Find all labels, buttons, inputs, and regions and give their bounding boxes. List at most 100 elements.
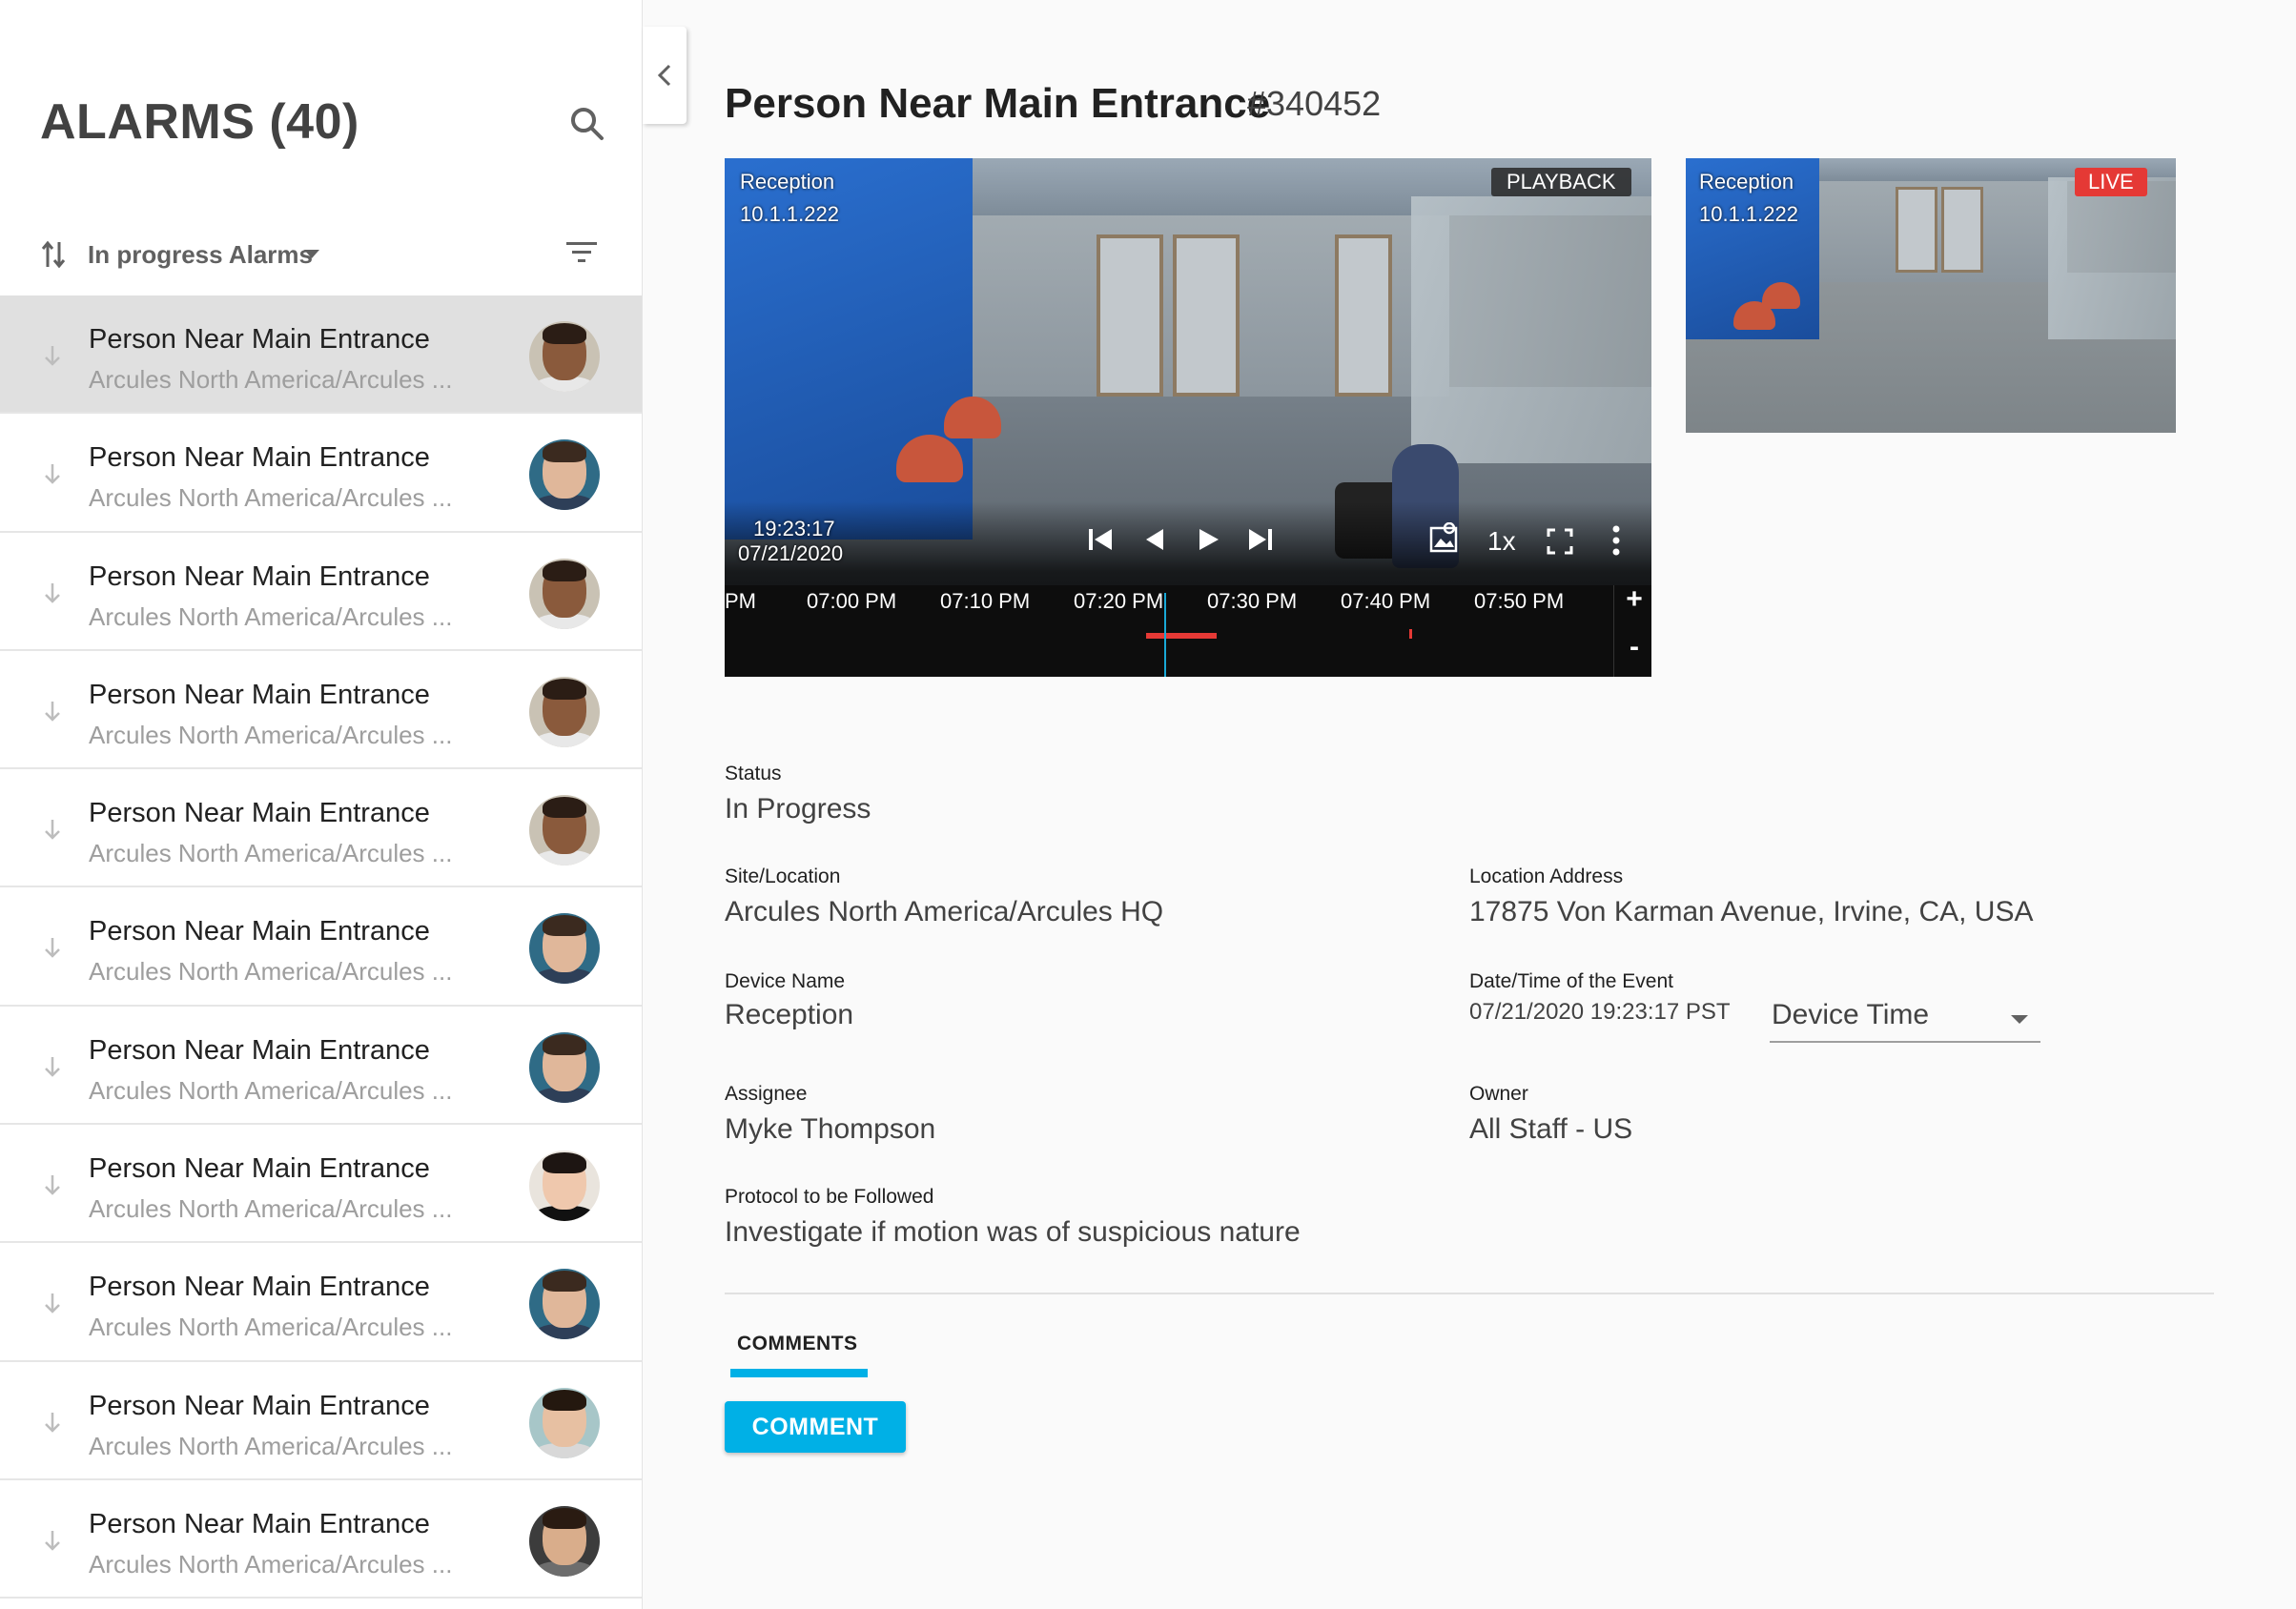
avatar <box>529 321 600 392</box>
timeline-tick: 07:30 PM <box>1207 589 1298 613</box>
arrow-down-icon <box>45 701 60 722</box>
live-camera-view[interactable]: Reception 10.1.1.222 LIVE <box>1686 158 2176 433</box>
playback-player[interactable]: Reception 10.1.1.222 PLAYBACK 19:23:17 0… <box>725 158 1651 677</box>
arrow-down-icon <box>45 1412 60 1433</box>
timezone-select[interactable]: Device Time <box>1770 993 2040 1043</box>
alarm-item-title: Person Near Main Entrance <box>89 1153 430 1185</box>
recording-segment <box>1146 633 1217 639</box>
alarm-item-location: Arcules North America/Arcules ... <box>89 1431 453 1460</box>
alarm-list-item[interactable]: Person Near Main Entrance Arcules North A… <box>0 1362 642 1480</box>
avatar <box>529 676 600 747</box>
avatar <box>529 1031 600 1103</box>
alarm-sort-bar: In progress Alarms <box>0 231 642 278</box>
camera-name-label: Reception <box>1699 170 1794 193</box>
sort-arrows-icon[interactable] <box>40 238 67 271</box>
arrow-down-icon <box>45 1293 60 1314</box>
chevron-down-icon[interactable] <box>303 248 320 259</box>
alarm-filter-dropdown[interactable]: In progress Alarms <box>88 240 313 270</box>
timeline-playhead[interactable] <box>1164 593 1166 677</box>
arrow-down-icon <box>45 820 60 840</box>
avatar <box>529 1269 600 1340</box>
alarm-title: Person Near Main Entrance <box>725 80 1271 127</box>
playback-time: 19:23:17 <box>753 517 835 540</box>
camera-ip-label: 10.1.1.222 <box>1699 202 1798 226</box>
alarm-list-item[interactable]: Person Near Main Entrance Arcules North A… <box>0 1480 642 1599</box>
skip-back-icon[interactable] <box>1087 526 1114 553</box>
alarm-list-item[interactable]: Person Near Main Entrance Arcules North A… <box>0 295 642 415</box>
alarm-item-title: Person Near Main Entrance <box>89 1272 430 1303</box>
alarm-list-item[interactable]: Person Near Main Entrance Arcules North A… <box>0 887 642 1007</box>
alarm-sidebar: ALARMS (40) In progress Alarms Person Ne… <box>0 0 643 1609</box>
address-value: 17875 Von Karman Avenue, Irvine, CA, USA <box>1469 896 2034 927</box>
timezone-selected: Device Time <box>1772 999 1930 1030</box>
arrow-down-icon <box>45 1530 60 1551</box>
playback-badge: PLAYBACK <box>1491 168 1631 196</box>
alarm-item-title: Person Near Main Entrance <box>89 798 430 829</box>
avatar <box>529 1151 600 1222</box>
playback-date: 07/21/2020 <box>738 541 844 565</box>
alarm-item-title: Person Near Main Entrance <box>89 442 430 474</box>
site-label: Site/Location <box>725 866 841 887</box>
camera-name-label: Reception <box>740 170 835 193</box>
timeline-divider <box>1613 585 1614 677</box>
collapse-sidebar-button[interactable] <box>643 27 687 124</box>
comment-button[interactable]: COMMENT <box>725 1401 906 1453</box>
alarm-list-item[interactable]: Person Near Main Entrance Arcules North A… <box>0 769 642 888</box>
arrow-down-icon <box>45 938 60 959</box>
alarm-item-location: Arcules North America/Arcules ... <box>89 483 453 513</box>
timeline-tick: 07:40 PM <box>1341 589 1431 613</box>
alarm-item-location: Arcules North America/Arcules ... <box>89 839 453 868</box>
arrow-down-icon <box>45 464 60 485</box>
tab-comments[interactable]: COMMENTS <box>730 1329 868 1378</box>
timeline-zoom-out-button[interactable]: - <box>1617 631 1651 663</box>
protocol-value: Investigate if motion was of suspicious … <box>725 1216 1301 1248</box>
more-vert-icon[interactable] <box>1609 524 1623 557</box>
arrow-down-icon <box>45 346 60 366</box>
alarm-list-item[interactable]: Person Near Main Entrance Arcules North A… <box>0 1125 642 1244</box>
timeline-zoom-in-button[interactable]: + <box>1617 583 1651 616</box>
avatar <box>529 1387 600 1458</box>
arrow-down-icon <box>45 582 60 603</box>
search-icon[interactable] <box>568 105 606 143</box>
alarm-item-title: Person Near Main Entrance <box>89 1390 430 1421</box>
alarm-item-location: Arcules North America/Arcules ... <box>89 365 453 394</box>
play-icon[interactable] <box>1196 526 1220 553</box>
device-name-label: Device Name <box>725 970 846 992</box>
site-value: Arcules North America/Arcules HQ <box>725 896 1164 927</box>
alarm-list-item[interactable]: Person Near Main Entrance Arcules North A… <box>0 533 642 651</box>
alarm-item-title: Person Near Main Entrance <box>89 1034 430 1066</box>
arrow-down-icon <box>45 1175 60 1195</box>
alarm-list-item[interactable]: Person Near Main Entrance Arcules North A… <box>0 1007 642 1126</box>
avatar <box>529 439 600 511</box>
alarm-list-item[interactable]: Person Near Main Entrance Arcules North A… <box>0 651 642 770</box>
alarm-item-location: Arcules North America/Arcules ... <box>89 1549 453 1578</box>
device-name-value: Reception <box>725 999 854 1030</box>
chevron-down-icon <box>2011 1015 2028 1024</box>
owner-label: Owner <box>1469 1083 1528 1105</box>
avatar <box>529 558 600 629</box>
live-badge: LIVE <box>2075 168 2147 196</box>
alarm-item-location: Arcules North America/Arcules ... <box>89 720 453 749</box>
alarm-item-title: Person Near Main Entrance <box>89 560 430 592</box>
arrow-down-icon <box>45 1056 60 1077</box>
step-back-icon[interactable] <box>1142 526 1167 553</box>
alarm-item-location: Arcules North America/Arcules ... <box>89 601 453 631</box>
snapshot-icon[interactable] <box>1428 522 1461 555</box>
event-datetime-label: Date/Time of the Event <box>1469 970 1673 992</box>
playback-speed[interactable]: 1x <box>1487 526 1516 557</box>
avatar <box>529 1505 600 1577</box>
alarm-list-item[interactable]: Person Near Main Entrance Arcules North A… <box>0 1243 642 1362</box>
avatar <box>529 913 600 985</box>
alarm-list: Person Near Main Entrance Arcules North A… <box>0 295 642 1599</box>
skip-forward-icon[interactable] <box>1247 526 1274 553</box>
live-camera-image <box>1686 158 2176 433</box>
address-label: Location Address <box>1469 866 1624 887</box>
section-divider <box>725 1293 2214 1294</box>
fullscreen-icon[interactable] <box>1547 528 1573 555</box>
event-datetime-value: 07/21/2020 19:23:17 PST <box>1469 999 1731 1025</box>
assignee-label: Assignee <box>725 1083 808 1105</box>
alarm-list-item[interactable]: Person Near Main Entrance Arcules North A… <box>0 414 642 533</box>
alarm-item-title: Person Near Main Entrance <box>89 324 430 355</box>
filter-icon[interactable] <box>564 238 599 267</box>
assignee-value: Myke Thompson <box>725 1113 936 1145</box>
